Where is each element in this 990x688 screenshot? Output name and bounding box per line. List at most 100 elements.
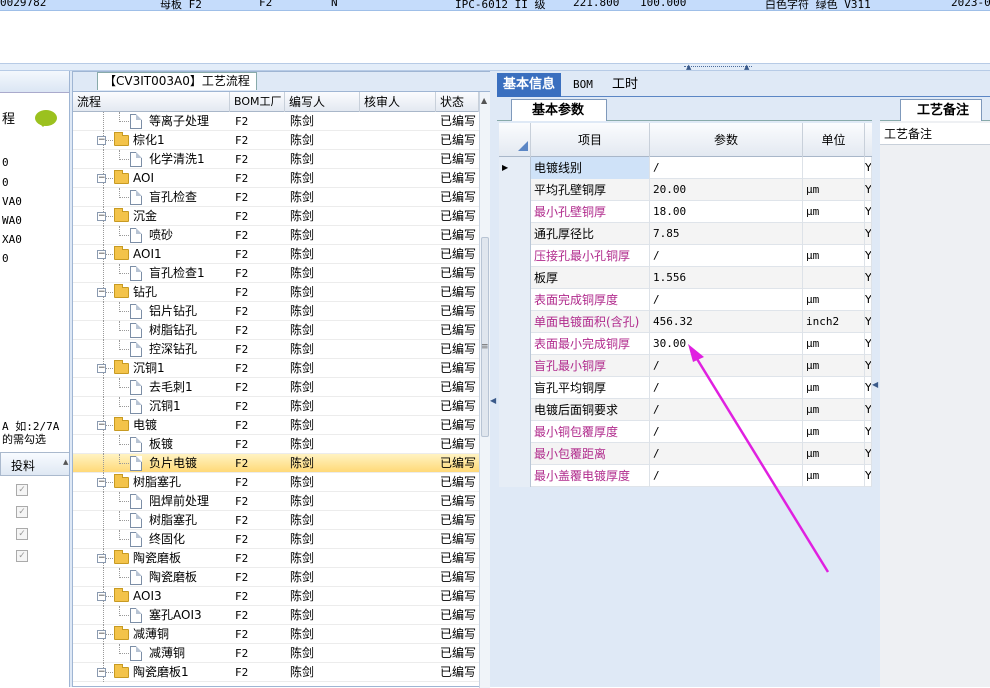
param-row[interactable]: 最小孔壁铜厚 18.00 μm Y — [499, 201, 872, 223]
row-indicator[interactable] — [499, 333, 531, 355]
collapse-toggle-icon[interactable]: − — [97, 288, 106, 297]
row-indicator[interactable]: ▶ — [499, 157, 531, 179]
column-header-param[interactable]: 参数 — [650, 123, 803, 157]
process-row[interactable]: − 棕化1 F2 陈剑 已编写 — [73, 131, 479, 150]
param-value-cell[interactable]: / — [650, 421, 803, 443]
process-row[interactable]: − 树脂塞孔 F2 陈剑 已编写 — [73, 473, 479, 492]
row-indicator[interactable] — [499, 355, 531, 377]
process-row[interactable]: − 钻孔 F2 陈剑 已编写 — [73, 283, 479, 302]
row-indicator[interactable] — [499, 443, 531, 465]
row-indicator[interactable] — [499, 399, 531, 421]
process-row[interactable]: 板镀 F2 陈剑 已编写 — [73, 435, 479, 454]
process-row[interactable]: 沉铜1 F2 陈剑 已编写 — [73, 397, 479, 416]
vertical-splitter[interactable]: ◀ — [490, 71, 497, 687]
collapse-toggle-icon[interactable]: − — [97, 364, 106, 373]
param-row[interactable]: 最小包覆距离 / μm Y — [499, 443, 872, 465]
feed-checkbox[interactable]: ✓ — [16, 506, 28, 518]
left-list-item[interactable]: XA0 — [2, 233, 22, 246]
param-row[interactable]: 压接孔最小孔铜厚 / μm Y — [499, 245, 872, 267]
collapse-toggle-icon[interactable]: − — [97, 592, 106, 601]
process-row[interactable]: − 电镀 F2 陈剑 已编写 — [73, 416, 479, 435]
feed-checkbox[interactable]: ✓ — [16, 484, 28, 496]
tab-hours[interactable]: 工时 — [606, 73, 644, 97]
process-row[interactable]: 喷砂 F2 陈剑 已编写 — [73, 226, 479, 245]
process-row[interactable]: 控深钻孔 F2 陈剑 已编写 — [73, 340, 479, 359]
tab-process-notes[interactable]: 工艺备注 — [900, 99, 983, 121]
param-value-cell[interactable]: 456.32 — [650, 311, 803, 333]
row-indicator[interactable] — [499, 465, 531, 487]
row-indicator[interactable] — [499, 245, 531, 267]
process-row[interactable]: − AOI1 F2 陈剑 已编写 — [73, 245, 479, 264]
collapse-toggle-icon[interactable]: − — [97, 250, 106, 259]
process-row[interactable]: 阻焊前处理 F2 陈剑 已编写 — [73, 492, 479, 511]
splitter-grip[interactable] — [684, 66, 752, 69]
param-row[interactable]: 平均孔壁铜厚 20.00 μm Y — [499, 179, 872, 201]
top-record-strip[interactable]: 0029782 母板 F2 F2 N IPC-6012 II 级 221.800… — [0, 0, 990, 11]
left-list-item[interactable]: 0 — [2, 156, 9, 169]
feed-checkbox[interactable]: ✓ — [16, 528, 28, 540]
process-row[interactable]: 塞孔AOI3 F2 陈剑 已编写 — [73, 606, 479, 625]
param-value-cell[interactable]: / — [650, 157, 803, 179]
row-indicator[interactable] — [499, 421, 531, 443]
param-value-cell[interactable]: / — [650, 355, 803, 377]
process-row[interactable]: − AOI F2 陈剑 已编写 — [73, 169, 479, 188]
process-row[interactable]: 负片电镀 F2 陈剑 已编写 — [73, 454, 479, 473]
column-header-unit[interactable]: 单位 — [803, 123, 865, 157]
process-row[interactable]: 等离子处理 F2 陈剑 已编写 — [73, 112, 479, 131]
scroll-thumb[interactable] — [481, 237, 489, 437]
process-row[interactable]: 盲孔检查1 F2 陈剑 已编写 — [73, 264, 479, 283]
column-header-item[interactable]: 项目 — [531, 123, 650, 157]
process-row[interactable]: 减薄铜 F2 陈剑 已编写 — [73, 644, 479, 663]
collapse-toggle-icon[interactable]: − — [97, 478, 106, 487]
process-row[interactable]: 陶瓷磨板 F2 陈剑 已编写 — [73, 568, 479, 587]
param-row[interactable]: 表面完成铜厚度 / μm Y — [499, 289, 872, 311]
param-row[interactable]: 电镀后面铜要求 / μm Y — [499, 399, 872, 421]
collapse-toggle-icon[interactable]: − — [97, 554, 106, 563]
process-row[interactable]: − 沉金 F2 陈剑 已编写 — [73, 207, 479, 226]
comment-bubble-icon[interactable] — [35, 110, 57, 127]
sort-up-icon[interactable]: ▲ — [63, 458, 68, 466]
row-indicator[interactable] — [499, 223, 531, 245]
param-row[interactable]: 最小盖覆电镀厚度 / μm Y — [499, 465, 872, 487]
process-row[interactable]: 铝片钻孔 F2 陈剑 已编写 — [73, 302, 479, 321]
column-header-bom[interactable]: BOM工厂 — [230, 92, 285, 112]
param-value-cell[interactable]: / — [650, 245, 803, 267]
column-header-reviewer[interactable]: 核审人 — [360, 92, 436, 112]
tab-basic-params[interactable]: 基本参数 — [511, 99, 608, 121]
param-row[interactable]: 通孔厚径比 7.85 Y — [499, 223, 872, 245]
param-value-cell[interactable]: 30.00 — [650, 333, 803, 355]
feed-column-header[interactable]: 投料 ▲ — [0, 452, 69, 476]
column-header-flow[interactable]: 流程 — [73, 92, 230, 112]
tab-bom[interactable]: BOM — [567, 73, 599, 97]
collapse-toggle-icon[interactable]: − — [97, 136, 106, 145]
process-row[interactable]: 化学清洗1 F2 陈剑 已编写 — [73, 150, 479, 169]
process-row[interactable]: − AOI3 F2 陈剑 已编写 — [73, 587, 479, 606]
collapse-toggle-icon[interactable]: − — [97, 630, 106, 639]
param-row[interactable]: 板厚 1.556 Y — [499, 267, 872, 289]
row-indicator[interactable] — [499, 289, 531, 311]
row-indicator[interactable] — [499, 311, 531, 333]
collapse-left-icon[interactable]: ◀ — [490, 396, 496, 405]
param-value-cell[interactable]: 7.85 — [650, 223, 803, 245]
process-row[interactable]: 盲孔检查 F2 陈剑 已编写 — [73, 188, 479, 207]
process-grid-scrollbar[interactable]: ▲ ≡ — [479, 92, 490, 688]
corner-select-icon[interactable] — [499, 123, 531, 157]
param-row[interactable]: 单面电镀面积(含孔) 456.32 inch2 Y — [499, 311, 872, 333]
process-row[interactable]: − 陶瓷磨板 F2 陈剑 已编写 — [73, 549, 479, 568]
param-value-cell[interactable]: / — [650, 377, 803, 399]
collapse-down-icon[interactable]: ▲ — [744, 63, 749, 71]
left-list-item[interactable]: VA0 — [2, 195, 22, 208]
param-value-cell[interactable]: / — [650, 399, 803, 421]
param-value-cell[interactable]: / — [650, 465, 803, 487]
process-row[interactable]: 树脂塞孔 F2 陈剑 已编写 — [73, 511, 479, 530]
process-row[interactable]: − 减薄铜 F2 陈剑 已编写 — [73, 625, 479, 644]
param-row[interactable]: ▶ 电镀线别 / Y — [499, 157, 872, 179]
collapse-toggle-icon[interactable]: − — [97, 174, 106, 183]
param-row[interactable]: 最小铜包覆厚度 / μm Y — [499, 421, 872, 443]
param-value-cell[interactable]: 1.556 — [650, 267, 803, 289]
row-indicator[interactable] — [499, 267, 531, 289]
left-list-item[interactable]: 0 — [2, 176, 9, 189]
collapse-toggle-icon[interactable]: − — [97, 668, 106, 677]
param-row[interactable]: 表面最小完成铜厚 30.00 μm Y — [499, 333, 872, 355]
process-row[interactable]: 终固化 F2 陈剑 已编写 — [73, 530, 479, 549]
